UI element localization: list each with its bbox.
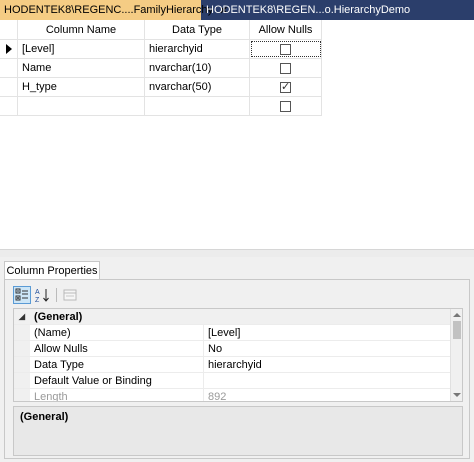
property-name: Data Type (30, 357, 204, 372)
column-name-cell[interactable] (18, 97, 145, 115)
property-grid: ◢ (General) (Name) [Level] Allow Nulls N… (13, 308, 463, 402)
alphabetical-button[interactable]: A Z (34, 286, 52, 304)
svg-text:A: A (35, 289, 40, 296)
tab-hierarchydemo[interactable]: HODENTEK8\REGEN...o.HierarchyDemo (201, 0, 414, 20)
property-value[interactable]: No (204, 341, 462, 356)
row-selector[interactable] (0, 97, 18, 115)
property-margin (14, 341, 30, 356)
property-margin (14, 373, 30, 388)
scroll-thumb[interactable] (453, 321, 461, 339)
data-type-cell[interactable]: nvarchar(50) (145, 78, 250, 96)
property-margin (14, 389, 30, 401)
column-name-cell[interactable]: H_type (18, 78, 145, 96)
property-row[interactable]: Data Type hierarchyid (14, 357, 462, 373)
row-selector-header (0, 20, 18, 39)
property-value[interactable]: [Level] (204, 325, 462, 340)
allow-nulls-checkbox[interactable] (280, 100, 291, 112)
property-value[interactable]: 892 (204, 389, 462, 402)
property-grid-scrollbar[interactable] (450, 309, 462, 401)
collapse-icon[interactable]: ◢ (14, 309, 30, 324)
property-row[interactable]: Default Value or Binding (14, 373, 462, 389)
property-pages-button[interactable] (61, 286, 79, 304)
property-pages-icon (63, 289, 77, 301)
column-properties-area: Column Properties A Z ◢ (General) (Name)… (0, 257, 474, 462)
column-name-header: Column Name (18, 20, 145, 39)
column-properties-panel: A Z ◢ (General) (Name) [Level] Allow Nul… (4, 279, 470, 459)
scroll-down-icon[interactable] (453, 393, 461, 397)
property-name: Allow Nulls (30, 341, 204, 356)
tab-column-properties[interactable]: Column Properties (4, 261, 100, 280)
allow-nulls-header: Allow Nulls (250, 20, 322, 39)
row-selector[interactable] (0, 78, 18, 96)
property-category[interactable]: ◢ (General) (14, 309, 462, 325)
table-row[interactable]: [Level] hierarchyid (0, 40, 322, 59)
sort-az-icon: A Z (35, 289, 49, 303)
property-row[interactable]: Allow Nulls No (14, 341, 462, 357)
row-selector[interactable] (0, 40, 18, 58)
tab-label: HODENTEK8\REGEN...o.HierarchyDemo (206, 4, 411, 16)
property-margin (14, 325, 30, 340)
property-margin (14, 357, 30, 372)
scroll-up-icon[interactable] (453, 313, 461, 317)
property-value[interactable] (204, 373, 462, 388)
description-title: (General) (20, 411, 69, 423)
property-row[interactable]: Length 892 (14, 389, 462, 402)
tab-label: HODENTEK8\REGENC....FamilyHierarchy (4, 4, 214, 16)
categorized-button[interactable] (13, 286, 31, 304)
property-row[interactable]: (Name) [Level] (14, 325, 462, 341)
category-label: (General) (34, 310, 83, 323)
property-value[interactable]: hierarchyid (204, 357, 462, 372)
categorized-icon (15, 288, 28, 301)
row-selector[interactable] (0, 59, 18, 77)
document-tabbar: HODENTEK8\REGENC....FamilyHierarchy ✕ HO… (0, 0, 474, 20)
toolbar-separator (56, 288, 57, 302)
table-row[interactable] (0, 97, 322, 116)
column-name-cell[interactable]: Name (18, 59, 145, 77)
current-row-arrow-icon (5, 44, 12, 54)
property-description: (General) (13, 406, 463, 456)
properties-toolbar: A Z (13, 286, 79, 304)
data-type-cell[interactable]: hierarchyid (145, 40, 250, 58)
data-type-cell[interactable] (145, 97, 250, 115)
data-type-header: Data Type (145, 20, 250, 39)
property-name: Length (30, 389, 204, 401)
allow-nulls-cell[interactable] (250, 59, 322, 77)
table-row[interactable]: Name nvarchar(10) (0, 59, 322, 78)
tab-familyhierarchy[interactable]: HODENTEK8\REGENC....FamilyHierarchy ✕ (0, 0, 228, 20)
column-grid: Column Name Data Type Allow Nulls [Level… (0, 20, 322, 116)
allow-nulls-checkbox[interactable] (280, 62, 291, 74)
property-name: (Name) (30, 325, 204, 340)
allow-nulls-cell[interactable] (250, 40, 322, 58)
allow-nulls-checkbox[interactable] (280, 80, 291, 93)
data-type-cell[interactable]: nvarchar(10) (145, 59, 250, 77)
allow-nulls-checkbox[interactable] (280, 43, 291, 55)
allow-nulls-cell[interactable] (250, 97, 322, 115)
property-name: Default Value or Binding (30, 373, 204, 388)
pane-splitter[interactable] (0, 249, 474, 257)
allow-nulls-cell[interactable] (250, 78, 322, 96)
table-row[interactable]: H_type nvarchar(50) (0, 78, 322, 97)
column-name-cell[interactable]: [Level] (18, 40, 145, 58)
grid-header: Column Name Data Type Allow Nulls (0, 20, 322, 40)
svg-text:Z: Z (35, 297, 40, 303)
